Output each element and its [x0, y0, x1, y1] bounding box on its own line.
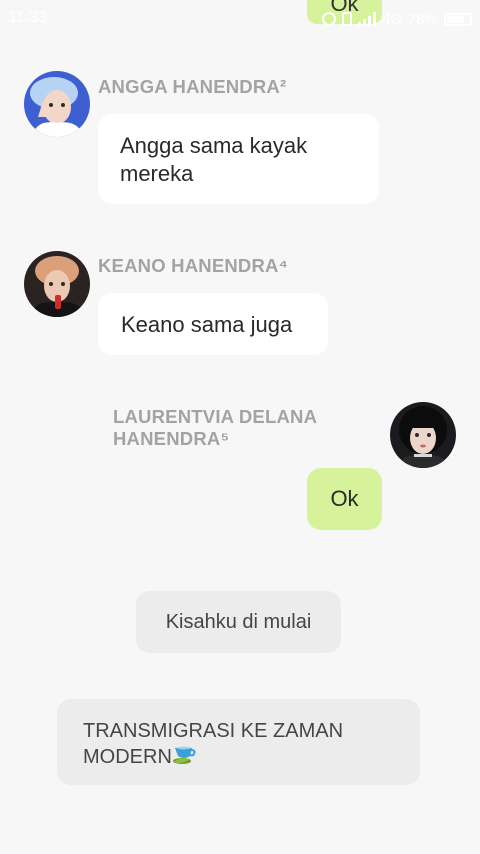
message-text: Keano sama juga [121, 312, 293, 337]
system-note[interactable]: Kisahku di mulai [136, 591, 341, 653]
sender-name: ANGGA HANENDRA² [98, 76, 287, 97]
vibrate-icon [341, 12, 352, 26]
alarm-icon [321, 12, 336, 26]
message-bubble[interactable]: Angga sama kayak mereka [98, 114, 379, 204]
my-message-bubble[interactable]: Ok [307, 468, 382, 530]
chapter-title-line: TRANSMIGRASI KE ZAMAN [83, 720, 344, 742]
sender-name-line: HANENDRA⁵ [113, 428, 230, 449]
battery-icon [444, 12, 472, 26]
avatar-portrait-icon [24, 71, 90, 137]
teacup-icon [172, 744, 196, 773]
sender-name-line: LAURENTVIA DELANA [113, 406, 318, 427]
status-time: 11.33 [8, 9, 47, 26]
sender-name: KEANO HANENDRA⁴ [98, 255, 288, 276]
system-note-text: Kisahku di mulai [165, 611, 312, 633]
status-icons: 4G 78% [321, 9, 472, 29]
message-text-line: mereka [120, 161, 194, 186]
message-text: Ok [330, 486, 359, 511]
message-text-line: Angga sama kayak [120, 133, 308, 158]
network-label: 4G [381, 10, 402, 28]
message-bubble[interactable]: Keano sama juga [98, 293, 328, 355]
avatar-angga[interactable] [24, 71, 90, 137]
battery-percent: 78% [407, 10, 438, 28]
avatar-portrait-icon [390, 402, 456, 468]
status-bar: 11.33 Ok 4G 78% [0, 0, 480, 38]
chapter-title-line: MODERN [83, 746, 172, 768]
avatar-laurentvia[interactable] [390, 402, 456, 468]
signal-icon [357, 12, 376, 26]
chapter-title-note[interactable]: TRANSMIGRASI KE ZAMAN MODERN [57, 699, 420, 785]
avatar-portrait-icon [24, 251, 90, 317]
avatar-keano[interactable] [24, 251, 90, 317]
sender-name: LAURENTVIA DELANA HANENDRA⁵ [113, 406, 317, 450]
